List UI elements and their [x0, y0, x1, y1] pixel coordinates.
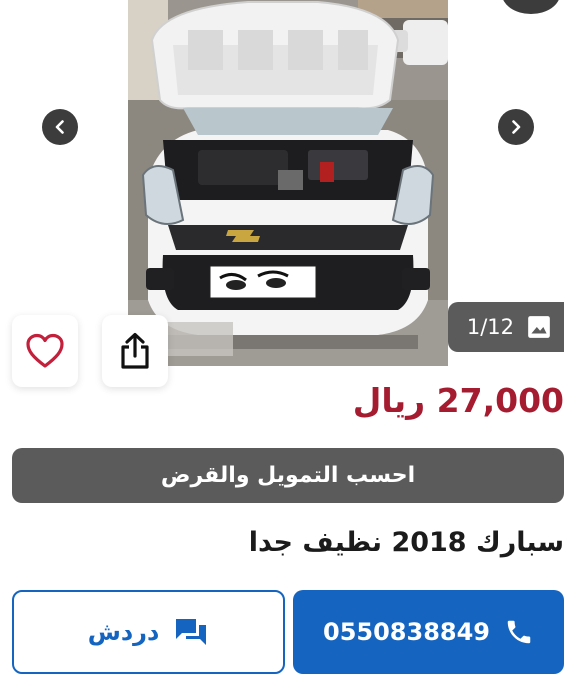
favorite-button[interactable]	[12, 315, 78, 387]
share-button[interactable]	[102, 315, 168, 387]
chevron-right-icon	[512, 120, 521, 134]
finance-calculator-button[interactable]: احسب التمويل والقرض	[12, 448, 564, 503]
gallery-icon	[528, 316, 550, 338]
phone-number: 0550838849	[323, 618, 490, 646]
next-photo-button[interactable]	[498, 109, 534, 145]
call-button[interactable]: 0550838849	[293, 590, 564, 674]
listing-price: 27,000 ريال	[353, 381, 564, 420]
chat-label: دردش	[87, 618, 160, 646]
chevron-left-icon	[55, 120, 64, 134]
phone-icon	[507, 620, 531, 644]
listing-title: سبارك 2018 نظيف جدا	[248, 527, 564, 558]
close-button[interactable]	[502, 0, 560, 14]
car-photo-illustration	[128, 0, 448, 366]
photo-counter[interactable]: 1/12	[448, 302, 564, 352]
price-currency: ريال	[352, 381, 426, 420]
heart-icon	[26, 333, 64, 368]
chat-button[interactable]: دردش	[12, 590, 285, 674]
photo-counter-text: 1/12	[466, 315, 514, 339]
share-icon	[121, 332, 149, 369]
price-amount: 27,000	[436, 381, 564, 420]
photo-gallery[interactable]: 1/12	[0, 0, 576, 387]
previous-photo-button[interactable]	[42, 109, 78, 145]
chat-icon	[176, 619, 207, 645]
car-photo[interactable]	[128, 0, 448, 366]
finance-calculator-label: احسب التمويل والقرض	[160, 463, 416, 488]
